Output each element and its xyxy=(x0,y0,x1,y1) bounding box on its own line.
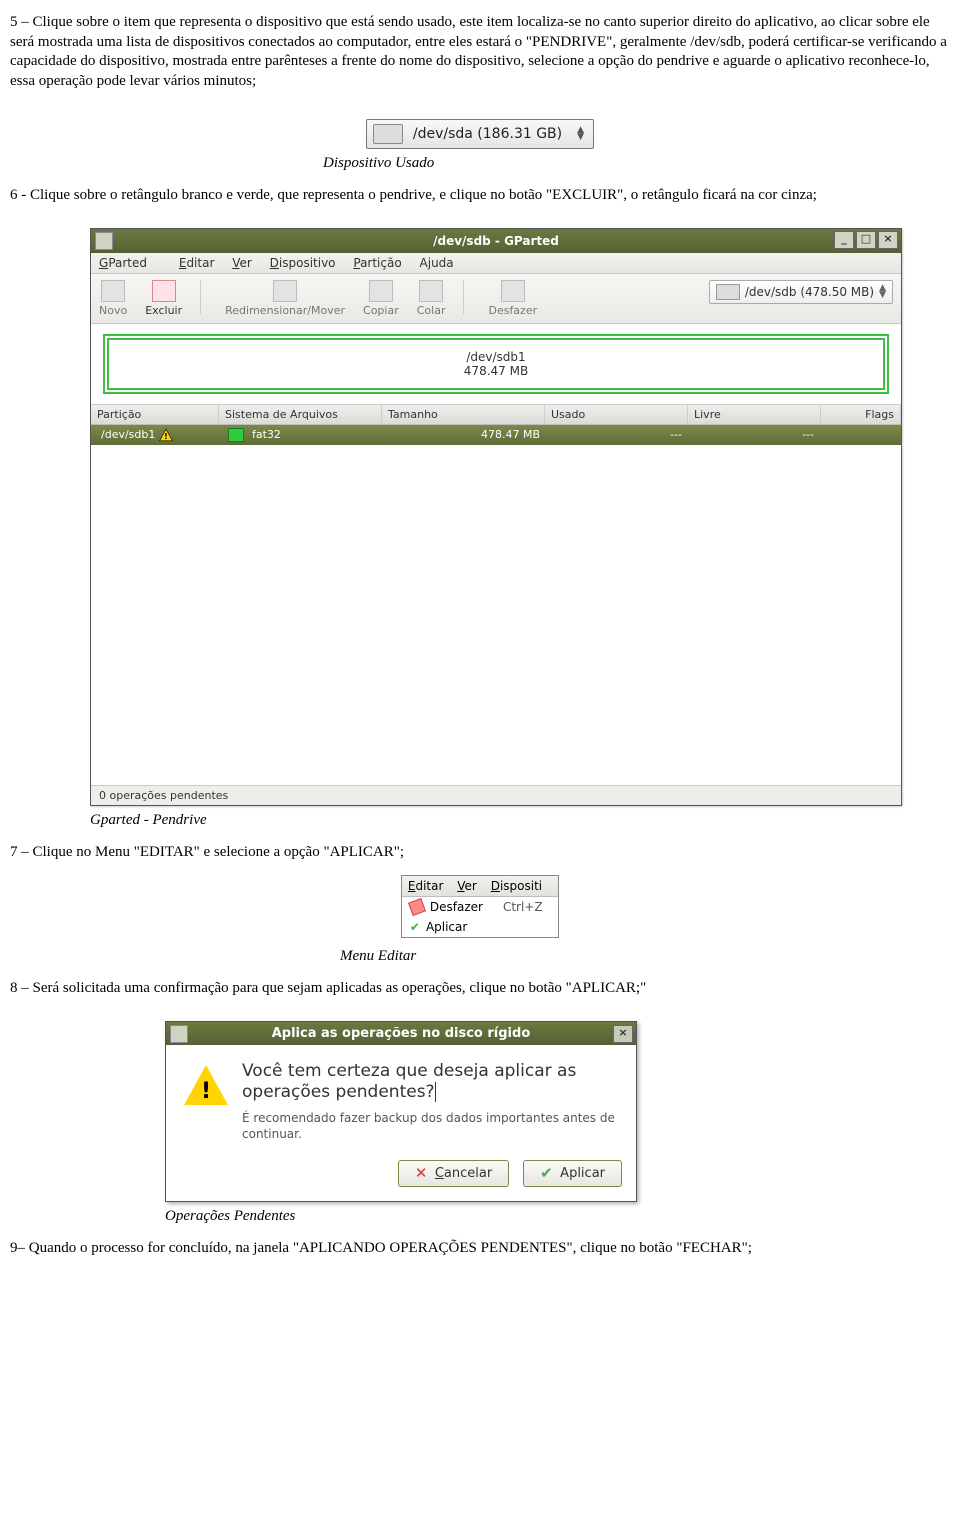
apply-icon: ✔ xyxy=(540,1167,554,1181)
tool-redimensionar[interactable]: Redimensionar/Mover xyxy=(225,280,345,317)
row-fs: fat32 xyxy=(252,428,281,441)
tool-colar[interactable]: Colar xyxy=(417,280,446,317)
menu-bar: GParted Editar Ver Dispositivo Partição … xyxy=(91,253,901,274)
window-title: /dev/sdb - GParted xyxy=(433,234,559,248)
cancel-button[interactable]: ✕ Cancelar xyxy=(398,1160,509,1187)
minimize-button[interactable]: _ xyxy=(834,231,854,249)
row-size: 478.47 MB xyxy=(384,425,546,445)
caption-figure-1: Dispositivo Usado xyxy=(10,155,950,172)
harddisk-icon xyxy=(716,284,740,300)
device-label: /dev/sdb (478.50 MB) xyxy=(745,285,874,299)
resize-icon xyxy=(273,280,297,302)
menu-item-aplicar[interactable]: ✔ Aplicar xyxy=(402,917,558,937)
toolbar-separator xyxy=(200,280,207,314)
partition-block[interactable]: /dev/sdb1 478.47 MB xyxy=(107,338,885,390)
apply-button[interactable]: ✔ Aplicar xyxy=(523,1160,622,1187)
table-row[interactable]: /dev/sdb1 ! fat32 478.47 MB --- --- xyxy=(91,425,901,445)
menu-editar[interactable]: Editar xyxy=(179,256,215,270)
vis-label-1: /dev/sdb1 xyxy=(119,350,873,364)
menu-item-desfazer[interactable]: Desfazer Ctrl+Z xyxy=(402,897,558,917)
cancel-label: Cancelar xyxy=(435,1166,492,1181)
vis-label-2: 478.47 MB xyxy=(119,364,873,378)
col-livre[interactable]: Livre xyxy=(688,405,821,424)
step-7-text: 7 – Clique no Menu "EDITAR" e selecione … xyxy=(10,843,950,863)
table-body-empty xyxy=(91,445,901,785)
apply-label: Aplicar xyxy=(560,1166,605,1181)
editar-menu-popup: Editar Ver Dispositi Desfazer Ctrl+Z ✔ A… xyxy=(401,875,559,938)
device-dropdown[interactable]: /dev/sda (186.31 GB) ▲▼ xyxy=(366,119,593,149)
gparted-window: /dev/sdb - GParted _ □ × GParted Editar … xyxy=(90,228,902,806)
dialog-message: É recomendado fazer backup dos dados imp… xyxy=(242,1111,618,1142)
app-icon xyxy=(170,1025,188,1043)
col-particao[interactable]: Partição xyxy=(91,405,219,424)
maximize-button[interactable]: □ xyxy=(856,231,876,249)
menu-gparted[interactable]: GParted xyxy=(99,256,161,270)
caption-gparted: Gparted - Pendrive xyxy=(10,812,950,829)
menu-ajuda[interactable]: Ajuda xyxy=(420,256,454,270)
spinner-icon: ▲▼ xyxy=(575,127,587,141)
undo-icon xyxy=(408,898,426,916)
warning-icon: ! xyxy=(184,1061,228,1143)
menu-top-row: Editar Ver Dispositi xyxy=(402,876,558,897)
partition-visual: /dev/sdb1 478.47 MB xyxy=(91,324,901,404)
delete-icon xyxy=(152,280,176,302)
toolbar-separator xyxy=(463,280,470,314)
menu-undo-label: Desfazer xyxy=(430,900,483,914)
undo-icon xyxy=(501,280,525,302)
device-label: /dev/sda (186.31 GB) xyxy=(413,126,562,142)
svg-text:!: ! xyxy=(164,431,168,441)
paste-icon xyxy=(419,280,443,302)
fs-color-swatch xyxy=(228,428,244,442)
caption-operacoes: Operações Pendentes xyxy=(10,1208,950,1225)
col-usado[interactable]: Usado xyxy=(545,405,688,424)
spinner-icon: ▲▼ xyxy=(879,285,886,299)
warning-icon: ! xyxy=(159,428,173,442)
confirm-dialog: Aplica as operações no disco rígido × ! … xyxy=(165,1021,637,1203)
figure-device-selector: /dev/sda (186.31 GB) ▲▼ xyxy=(10,119,950,149)
menu-editar[interactable]: Editar xyxy=(408,879,444,893)
step-9-text: 9– Quando o processo for concluído, na j… xyxy=(10,1239,950,1259)
menu-dispositivo[interactable]: Dispositivo xyxy=(270,256,336,270)
col-sistema[interactable]: Sistema de Arquivos xyxy=(219,405,382,424)
row-used: --- xyxy=(546,425,688,445)
cancel-icon: ✕ xyxy=(415,1167,429,1181)
menu-dispositivo-trunc[interactable]: Dispositi xyxy=(491,879,542,893)
row-flags xyxy=(820,425,901,445)
apply-icon: ✔ xyxy=(410,920,420,934)
harddisk-icon xyxy=(373,124,403,144)
menu-ver[interactable]: Ver xyxy=(232,256,252,270)
step-5-text: 5 – Clique sobre o item que representa o… xyxy=(10,13,950,91)
tool-copiar[interactable]: Copiar xyxy=(363,280,399,317)
row-free: --- xyxy=(688,425,820,445)
copy-icon xyxy=(369,280,393,302)
col-tamanho[interactable]: Tamanho xyxy=(382,405,545,424)
dialog-heading: Você tem certeza que deseja aplicar as o… xyxy=(242,1061,618,1104)
step-8-text: 8 – Será solicitada uma confirmação para… xyxy=(10,979,950,999)
caption-menu-editar: Menu Editar xyxy=(10,948,950,965)
window-titlebar: /dev/sdb - GParted _ □ × xyxy=(91,229,901,253)
tool-novo[interactable]: Novo xyxy=(99,280,127,317)
menu-particao[interactable]: Partição xyxy=(353,256,401,270)
tool-desfazer[interactable]: Desfazer xyxy=(488,280,537,317)
dialog-title: Aplica as operações no disco rígido xyxy=(272,1026,531,1041)
toolbar: Novo Excluir Redimensionar/Mover Copiar … xyxy=(91,274,901,324)
row-partition: /dev/sdb1 xyxy=(101,428,155,441)
status-bar: 0 operações pendentes xyxy=(91,785,901,805)
new-icon xyxy=(101,280,125,302)
tool-excluir[interactable]: Excluir xyxy=(145,280,182,317)
menu-apply-label: Aplicar xyxy=(426,920,467,934)
col-flags[interactable]: Flags xyxy=(821,405,901,424)
menu-ver[interactable]: Ver xyxy=(457,879,477,893)
device-selector[interactable]: /dev/sdb (478.50 MB) ▲▼ xyxy=(709,280,893,304)
dialog-close-button[interactable]: × xyxy=(613,1025,633,1043)
menu-undo-shortcut: Ctrl+Z xyxy=(503,900,543,914)
app-icon xyxy=(95,232,113,250)
close-button[interactable]: × xyxy=(878,231,898,249)
dialog-titlebar: Aplica as operações no disco rígido × xyxy=(166,1022,636,1045)
table-header: Partição Sistema de Arquivos Tamanho Usa… xyxy=(91,404,901,425)
step-6-text: 6 - Clique sobre o retângulo branco e ve… xyxy=(10,186,950,206)
visual-outer[interactable]: /dev/sdb1 478.47 MB xyxy=(103,334,889,394)
